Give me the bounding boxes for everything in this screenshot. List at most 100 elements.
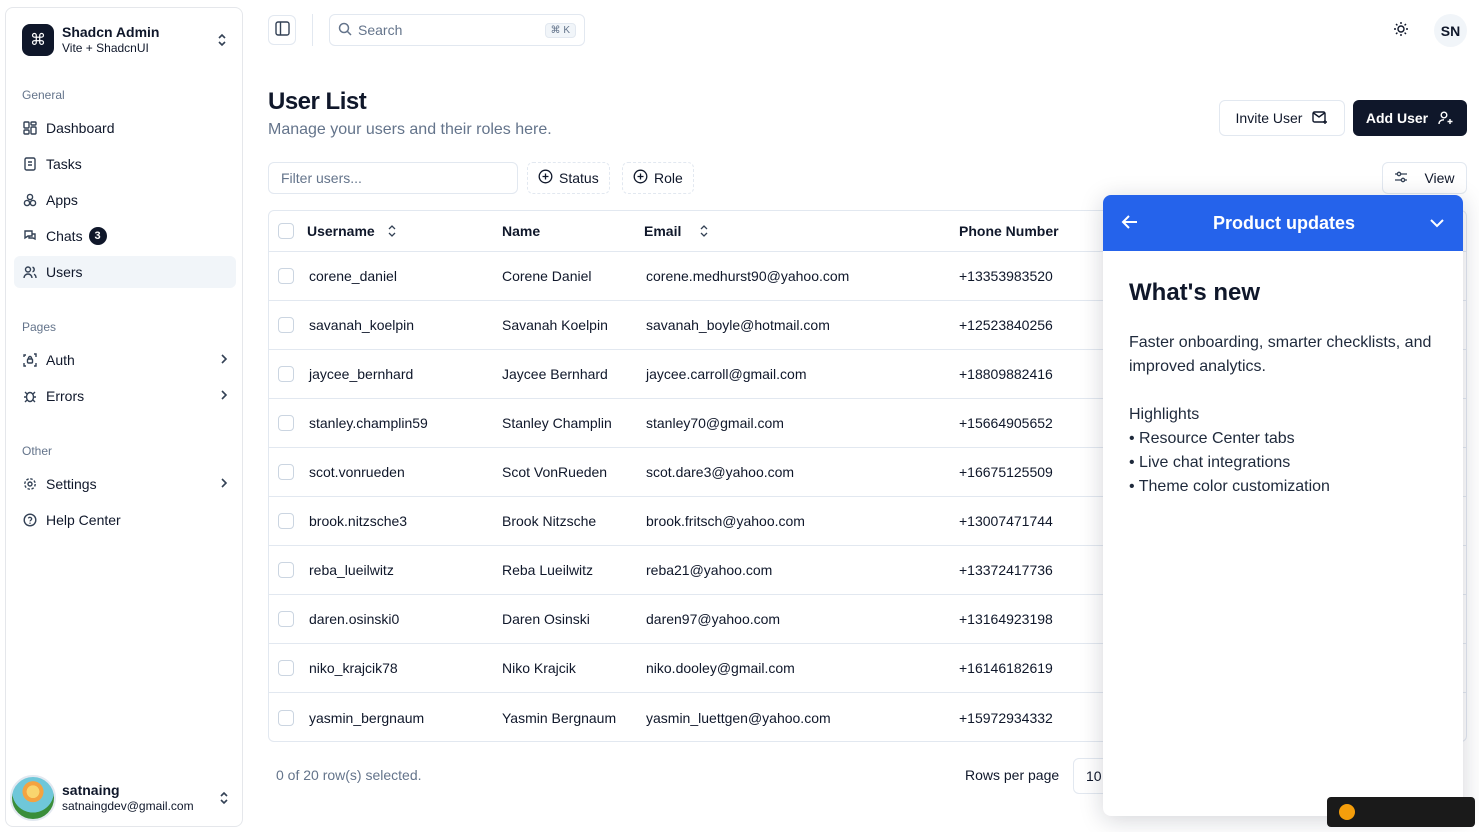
cell-username: savanah_koelpin	[309, 317, 415, 333]
invite-user-button[interactable]: Invite User	[1219, 100, 1345, 136]
cell-phone: +15664905652	[959, 415, 1053, 431]
lock-access-icon	[22, 352, 38, 368]
row-checkbox[interactable]	[278, 268, 294, 284]
role-filter-button[interactable]: Role	[622, 162, 694, 194]
search-button[interactable]: Search ⌘ K	[329, 14, 585, 46]
sidebar-item-users[interactable]: Users	[14, 256, 236, 288]
status-filter-label: Status	[559, 170, 599, 186]
sidebar-toggle-button[interactable]	[268, 15, 296, 45]
cell-email: stanley70@gmail.com	[646, 415, 784, 431]
panel-heading: What's new	[1129, 279, 1261, 306]
sidebar-item-label: Dashboard	[46, 120, 115, 136]
cell-username: scot.vonrueden	[309, 464, 405, 480]
cell-phone: +16146182619	[959, 660, 1053, 676]
sidebar-item-tasks[interactable]: Tasks	[14, 148, 236, 180]
selection-count: 0 of 20 row(s) selected.	[276, 767, 422, 783]
sidebar-item-chats[interactable]: Chats 3	[14, 220, 236, 252]
column-header-label: Username	[307, 223, 375, 239]
sidebar-item-settings[interactable]: Settings	[14, 468, 236, 500]
page-subtitle: Manage your users and their roles here.	[268, 121, 552, 138]
group-label-general: General	[22, 88, 65, 102]
command-icon: ⌘	[22, 24, 54, 56]
widget-icon	[1339, 804, 1355, 820]
status-filter-button[interactable]: Status	[527, 162, 610, 194]
search-shortcut: ⌘ K	[544, 22, 576, 38]
bug-icon	[22, 388, 38, 404]
add-user-button[interactable]: Add User	[1353, 100, 1467, 136]
sidebar-item-label: Settings	[46, 476, 97, 492]
cell-name: Savanah Koelpin	[502, 317, 608, 333]
select-all-checkbox[interactable]	[278, 223, 294, 239]
user-menu[interactable]: satnaing satnaingdev@gmail.com	[8, 774, 240, 822]
row-checkbox[interactable]	[278, 415, 294, 431]
row-checkbox[interactable]	[278, 464, 294, 480]
sort-icon	[699, 225, 709, 237]
row-checkbox[interactable]	[278, 660, 294, 676]
team-subtitle: Vite + ShadcnUI	[62, 41, 149, 55]
column-header-phone: Phone Number	[959, 211, 1059, 251]
sidebar-item-dashboard[interactable]: Dashboard	[14, 112, 236, 144]
corner-widget[interactable]	[1327, 797, 1475, 827]
user-name: satnaing	[62, 782, 120, 798]
cell-username: jaycee_bernhard	[309, 366, 414, 382]
arrow-left-icon[interactable]	[1121, 214, 1139, 233]
cell-name: Stanley Champlin	[502, 415, 612, 431]
sidebar-item-label: Users	[46, 264, 83, 280]
rows-per-page-label: Rows per page	[965, 767, 1060, 783]
row-checkbox[interactable]	[278, 611, 294, 627]
theme-toggle-button[interactable]	[1388, 15, 1414, 45]
cell-username: daren.osinski0	[309, 611, 400, 627]
cell-name: Scot VonRueden	[502, 464, 608, 480]
row-checkbox[interactable]	[278, 513, 294, 529]
cell-username: stanley.champlin59	[309, 415, 428, 431]
cell-email: jaycee.carroll@gmail.com	[646, 366, 807, 382]
row-checkbox[interactable]	[278, 709, 294, 726]
user-email: satnaingdev@gmail.com	[62, 799, 194, 813]
sidebar-item-label: Errors	[46, 388, 85, 404]
chevron-right-icon	[220, 476, 228, 492]
cell-name: Brook Nitzsche	[502, 513, 597, 529]
column-header-label: Email	[644, 223, 682, 239]
cell-phone: +18809882416	[959, 366, 1053, 382]
team-switcher[interactable]: ⌘ Shadcn Admin Vite + ShadcnUI	[14, 16, 236, 64]
layout-dashboard-icon	[22, 120, 38, 136]
column-header-email[interactable]: Email	[644, 211, 709, 251]
cell-name: Corene Daniel	[502, 268, 592, 284]
cell-phone: +13164923198	[959, 611, 1053, 627]
group-label-pages: Pages	[22, 320, 57, 334]
role-filter-label: Role	[654, 170, 683, 186]
sidebar-item-apps[interactable]: Apps	[14, 184, 236, 216]
profile-avatar[interactable]: SN	[1434, 14, 1467, 47]
view-options-label: View	[1424, 170, 1455, 186]
messages-icon	[22, 228, 38, 244]
cell-email: reba21@yahoo.com	[646, 562, 773, 578]
cell-name: Jaycee Bernhard	[502, 366, 608, 382]
cell-name: Daren Osinski	[502, 611, 590, 627]
panel-left-icon	[274, 21, 290, 39]
sidebar-item-label: Tasks	[46, 156, 82, 172]
row-checkbox[interactable]	[278, 366, 294, 382]
plus-circle-icon	[538, 169, 553, 187]
product-updates-panel: Product updates What's new Faster onboar…	[1103, 195, 1463, 816]
sidebar-item-help-center[interactable]: Help Center	[14, 504, 236, 536]
sidebar-item-auth[interactable]: Auth	[14, 344, 236, 376]
sidebar: ⌘ Shadcn Admin Vite + ShadcnUI General D…	[5, 7, 243, 827]
cell-username: corene_daniel	[309, 268, 397, 284]
chats-count-badge: 3	[88, 227, 107, 245]
chevron-down-icon[interactable]	[1429, 215, 1445, 231]
list-todo-icon	[22, 156, 38, 172]
highlight-item: • Theme color customization	[1129, 478, 1330, 495]
sidebar-item-label: Help Center	[46, 512, 121, 528]
column-header-username[interactable]: Username	[307, 211, 397, 251]
view-options-button[interactable]: View	[1382, 162, 1467, 194]
row-checkbox[interactable]	[278, 562, 294, 578]
team-name: Shadcn Admin	[62, 24, 160, 40]
cell-phone: +13007471744	[959, 513, 1053, 529]
cell-name: Niko Krajcik	[502, 660, 576, 676]
row-checkbox[interactable]	[278, 317, 294, 333]
help-icon	[22, 512, 38, 528]
sidebar-item-errors[interactable]: Errors	[14, 380, 236, 412]
filter-users-input[interactable]	[268, 162, 518, 194]
sidebar-item-label: Chats	[46, 228, 83, 244]
cell-username: brook.nitzsche3	[309, 513, 408, 529]
